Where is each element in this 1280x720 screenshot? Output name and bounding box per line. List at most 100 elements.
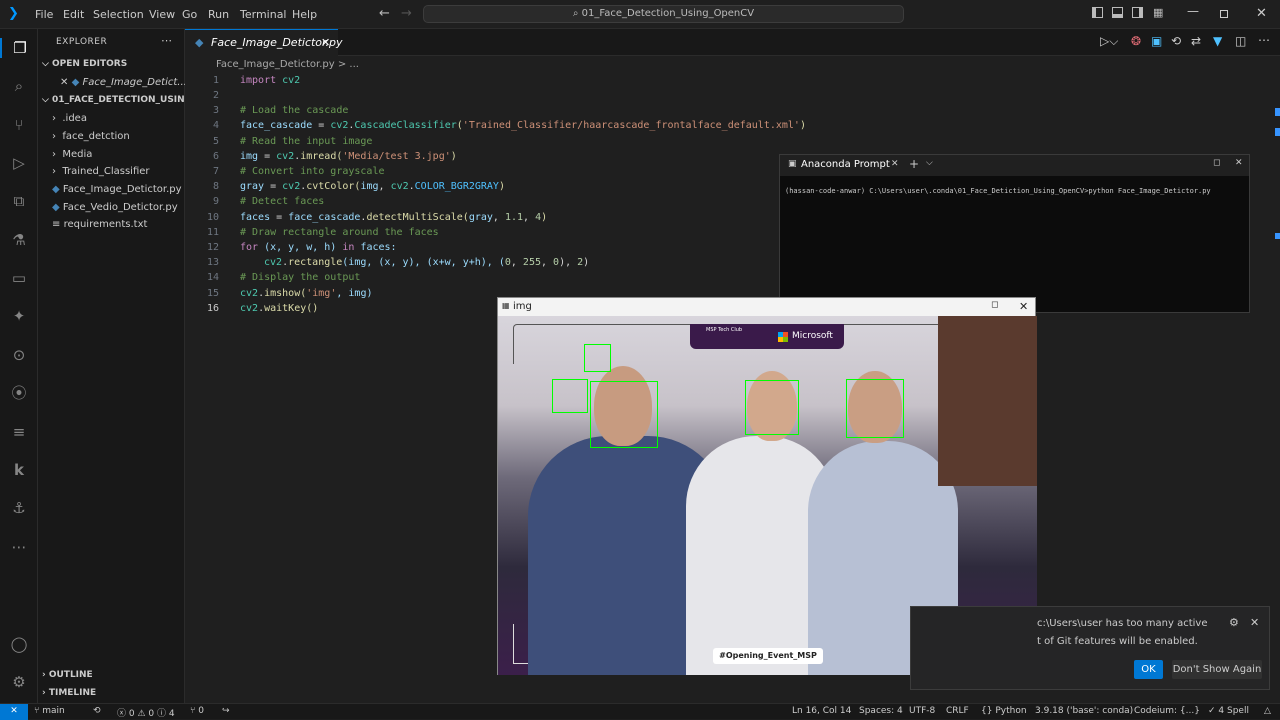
- notifications-bell-icon[interactable]: △: [1264, 706, 1271, 716]
- open-editor-item[interactable]: ✕ ◆ Face_Image_Detict...: [60, 77, 187, 88]
- sync-icon[interactable]: ⟲: [93, 706, 101, 716]
- terminal-maximize-icon[interactable]: ◻: [1213, 158, 1220, 168]
- ports-indicator[interactable]: ⑂ 0: [190, 706, 204, 716]
- close-tab-icon[interactable]: ✕: [321, 30, 330, 56]
- branch-indicator[interactable]: ⑂ main: [34, 706, 65, 716]
- menu-go[interactable]: Go: [182, 8, 197, 21]
- vscode-logo-icon[interactable]: ❯: [8, 7, 22, 21]
- code-line-10[interactable]: faces = face_cascade.detectMultiScale(gr…: [240, 212, 547, 223]
- code-line-4[interactable]: face_cascade = cv2.CascadeClassifier('Tr…: [240, 120, 806, 131]
- git-graph-icon[interactable]: ⊙: [9, 345, 29, 365]
- docker-icon[interactable]: ⚓: [9, 498, 29, 518]
- breadcrumb[interactable]: Face_Image_Detictor.py > ...: [216, 59, 359, 70]
- remote-indicator-icon[interactable]: ✕: [0, 704, 28, 720]
- notification-close-icon[interactable]: ✕: [1250, 616, 1259, 629]
- forward-arrow-icon[interactable]: →: [401, 6, 412, 21]
- ok-button[interactable]: OK: [1134, 660, 1163, 679]
- run-debug-icon[interactable]: ▷: [9, 153, 29, 173]
- line-ending[interactable]: CRLF: [946, 706, 969, 716]
- code-line-12[interactable]: for (x, y, w, h) in faces:: [240, 242, 397, 253]
- pin-icon[interactable]: ▼: [1213, 34, 1222, 48]
- anaconda-prompt-window[interactable]: ▣ Anaconda Prompt ✕ + ⌵ ◻ ✕ (hassan-code…: [779, 154, 1250, 313]
- spell-check[interactable]: ✓ 4 Spell: [1208, 706, 1249, 716]
- more-icon[interactable]: ⋯: [9, 537, 29, 557]
- code-line-11[interactable]: # Draw rectangle around the faces: [240, 227, 439, 238]
- layers-icon[interactable]: ≡: [9, 422, 29, 442]
- explorer-icon[interactable]: ❐: [0, 38, 38, 58]
- copilot-icon[interactable]: ❂: [1131, 34, 1141, 48]
- account-icon[interactable]: ◯: [9, 634, 29, 654]
- back-arrow-icon[interactable]: ←: [379, 6, 390, 21]
- encoding[interactable]: UTF-8: [909, 706, 935, 716]
- code-line-15[interactable]: cv2.imshow('img', img): [240, 288, 372, 299]
- terminal-tab-title[interactable]: Anaconda Prompt: [801, 159, 890, 170]
- terminal-close-icon[interactable]: ✕: [1235, 158, 1243, 168]
- menu-selection[interactable]: Selection: [93, 8, 144, 21]
- split-editor-icon[interactable]: ◫: [1235, 34, 1246, 48]
- close-terminal-tab-icon[interactable]: ✕: [891, 159, 899, 169]
- close-window-icon[interactable]: ✕: [1256, 6, 1267, 21]
- new-tab-icon[interactable]: +: [909, 157, 919, 171]
- remote-explorer-icon[interactable]: ⦿: [9, 383, 29, 403]
- timeline-section[interactable]: › TIMELINE: [42, 688, 96, 698]
- toggle-sidebar-icon[interactable]: [1092, 7, 1103, 18]
- code-line-16[interactable]: cv2.waitKey(): [240, 303, 318, 314]
- code-line-14[interactable]: # Display the output: [240, 272, 360, 283]
- menu-help[interactable]: Help: [292, 8, 317, 21]
- toggle-panel-icon[interactable]: [1112, 7, 1123, 18]
- settings-gear-icon[interactable]: ⚙: [9, 672, 29, 692]
- tree-item-face-image-detictor[interactable]: ◆ Face_Image_Detictor.py: [52, 184, 182, 195]
- kubernetes-k-icon[interactable]: k: [9, 460, 29, 480]
- menu-edit[interactable]: Edit: [63, 8, 84, 21]
- language-mode[interactable]: {} Python: [981, 706, 1027, 716]
- outline-section[interactable]: › OUTLINE: [42, 670, 93, 680]
- code-line-13[interactable]: cv2.rectangle(img, (x, y), (x+w, y+h), (…: [264, 257, 589, 268]
- codeium-status[interactable]: Codeium: {...}: [1134, 706, 1200, 716]
- menu-view[interactable]: View: [149, 8, 175, 21]
- menu-run[interactable]: Run: [208, 8, 229, 21]
- code-line-3[interactable]: # Load the cascade: [240, 105, 348, 116]
- tree-item-trained-classifier[interactable]: › Trained_Classifier: [52, 166, 150, 177]
- tab-dropdown-icon[interactable]: ⌵: [926, 158, 933, 168]
- tree-item-media[interactable]: › Media: [52, 149, 92, 160]
- maximize-icon[interactable]: [1220, 10, 1228, 18]
- python-icon[interactable]: ✦: [9, 306, 29, 326]
- code-line-6[interactable]: img = cv2.imread('Media/test 3.jpg'): [240, 151, 457, 162]
- code-line-8[interactable]: gray = cv2.cvtColor(img, cv2.COLOR_BGR2G…: [240, 181, 505, 192]
- search-icon[interactable]: ⌕: [9, 76, 29, 96]
- tree-item-face-detction[interactable]: › face_detction: [52, 131, 130, 142]
- img-close-icon[interactable]: ✕: [1019, 300, 1028, 313]
- tab-face-image-detictor[interactable]: ◆ Face_Image_Detictor.py ✕: [185, 29, 343, 56]
- testing-icon[interactable]: ⚗: [9, 230, 29, 250]
- indentation[interactable]: Spaces: 4: [859, 706, 903, 716]
- problems-indicator[interactable]: ⓧ 0 ⚠ 0 ⓘ 4: [117, 706, 175, 719]
- menu-terminal[interactable]: Terminal: [240, 8, 287, 21]
- toggle-secondary-sidebar-icon[interactable]: [1132, 7, 1143, 18]
- explorer-more-icon[interactable]: ⋯: [161, 34, 172, 47]
- dont-show-again-button[interactable]: Don't Show Again: [1172, 660, 1262, 679]
- img-maximize-icon[interactable]: ◻: [991, 300, 998, 310]
- run-python-icon[interactable]: ▷⌵: [1100, 34, 1118, 49]
- tree-item-requirements[interactable]: ≡ requirements.txt: [52, 219, 147, 230]
- minimize-icon[interactable]: —: [1187, 4, 1199, 18]
- preview-icon[interactable]: ▣: [1151, 34, 1162, 48]
- terminal-command-line[interactable]: (hassan-code-anwar) C:\Users\user\.conda…: [785, 187, 1211, 195]
- code-line-7[interactable]: # Convert into grayscale: [240, 166, 385, 177]
- cursor-position[interactable]: Ln 16, Col 14: [792, 706, 851, 716]
- customize-layout-icon[interactable]: ▦: [1153, 6, 1163, 19]
- code-line-5[interactable]: # Read the input image: [240, 136, 372, 147]
- open-changes-icon[interactable]: ⇄: [1191, 34, 1201, 48]
- history-icon[interactable]: ⟲: [1171, 34, 1181, 48]
- code-line-9[interactable]: # Detect faces: [240, 196, 324, 207]
- tree-item-idea[interactable]: › .idea: [52, 113, 87, 124]
- editor-more-icon[interactable]: ⋯: [1258, 33, 1270, 47]
- live-share-icon[interactable]: ↪: [222, 706, 230, 716]
- menu-file[interactable]: File: [35, 8, 53, 21]
- folder-icon[interactable]: ▭: [9, 268, 29, 288]
- tree-item-face-vedio-detictor[interactable]: ◆ Face_Vedio_Detictor.py: [52, 202, 178, 213]
- source-control-icon[interactable]: ⑂: [9, 115, 29, 135]
- open-editors-section[interactable]: ⌵ OPEN EDITORS: [42, 59, 127, 69]
- code-line-1[interactable]: import cv2: [240, 75, 300, 86]
- notification-settings-gear-icon[interactable]: ⚙: [1229, 616, 1239, 629]
- extensions-icon[interactable]: ⧉: [9, 191, 29, 211]
